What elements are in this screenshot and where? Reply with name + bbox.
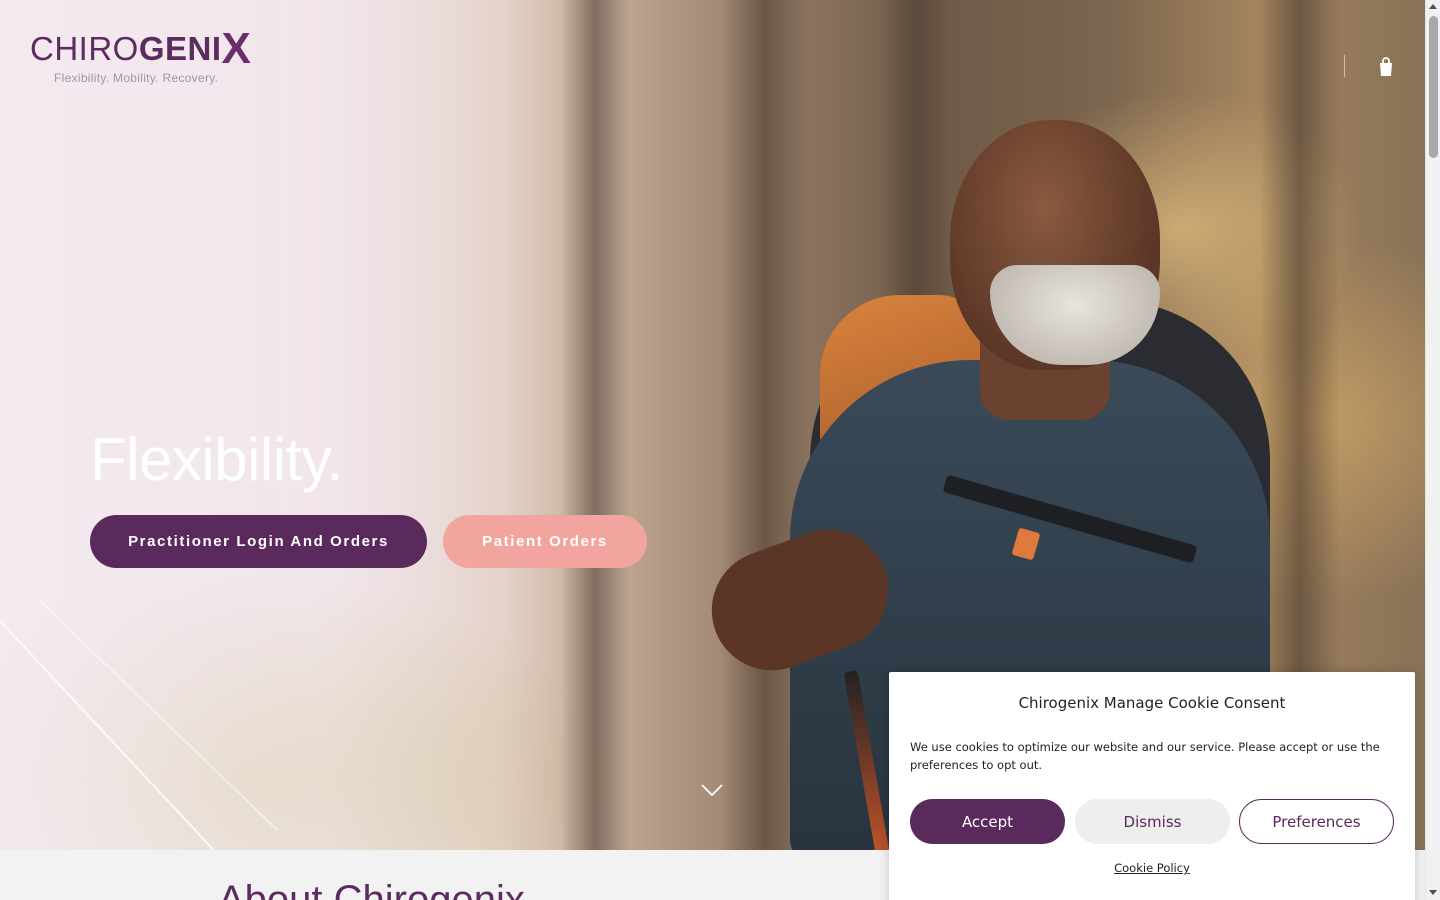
cookie-policy-link[interactable]: Cookie Policy [889,861,1415,875]
logo-bold-text: GENI [138,30,222,67]
about-title: About Chirogenix [218,878,525,900]
cookie-consent-dialog: Chirogenix Manage Cookie Consent We use … [889,672,1415,900]
logo[interactable]: CHIROGENIX Flexibility. Mobility. Recove… [30,26,260,86]
scroll-thumb[interactable] [1429,16,1438,158]
logo-x-mark: X [221,24,252,73]
cookie-preferences-button[interactable]: Preferences [1239,799,1394,844]
page-scrollbar[interactable] [1425,0,1440,900]
logo-light-text: CHIRO [30,30,139,67]
patient-orders-button[interactable]: Patient Orders [443,515,647,568]
logo-tagline: Flexibility. Mobility. Recovery. [54,71,219,85]
cookie-title: Chirogenix Manage Cookie Consent [1018,694,1286,712]
hero-title: Flexibility. [90,426,343,493]
cookie-message: We use cookies to optimize our website a… [910,740,1380,772]
accept-cookies-button[interactable]: Accept [910,799,1065,844]
header-divider [1344,55,1345,77]
background-tree [560,0,630,850]
chevron-down-icon[interactable] [700,782,724,798]
scroll-down-arrow-icon[interactable] [1429,890,1437,895]
shopping-bag-icon[interactable] [1376,56,1396,78]
dismiss-cookies-button[interactable]: Dismiss [1075,799,1230,844]
scroll-up-arrow-icon[interactable] [1429,4,1437,9]
practitioner-login-button[interactable]: Practitioner Login And Orders [90,515,427,568]
logo-wordmark: CHIROGENIX [30,26,260,71]
